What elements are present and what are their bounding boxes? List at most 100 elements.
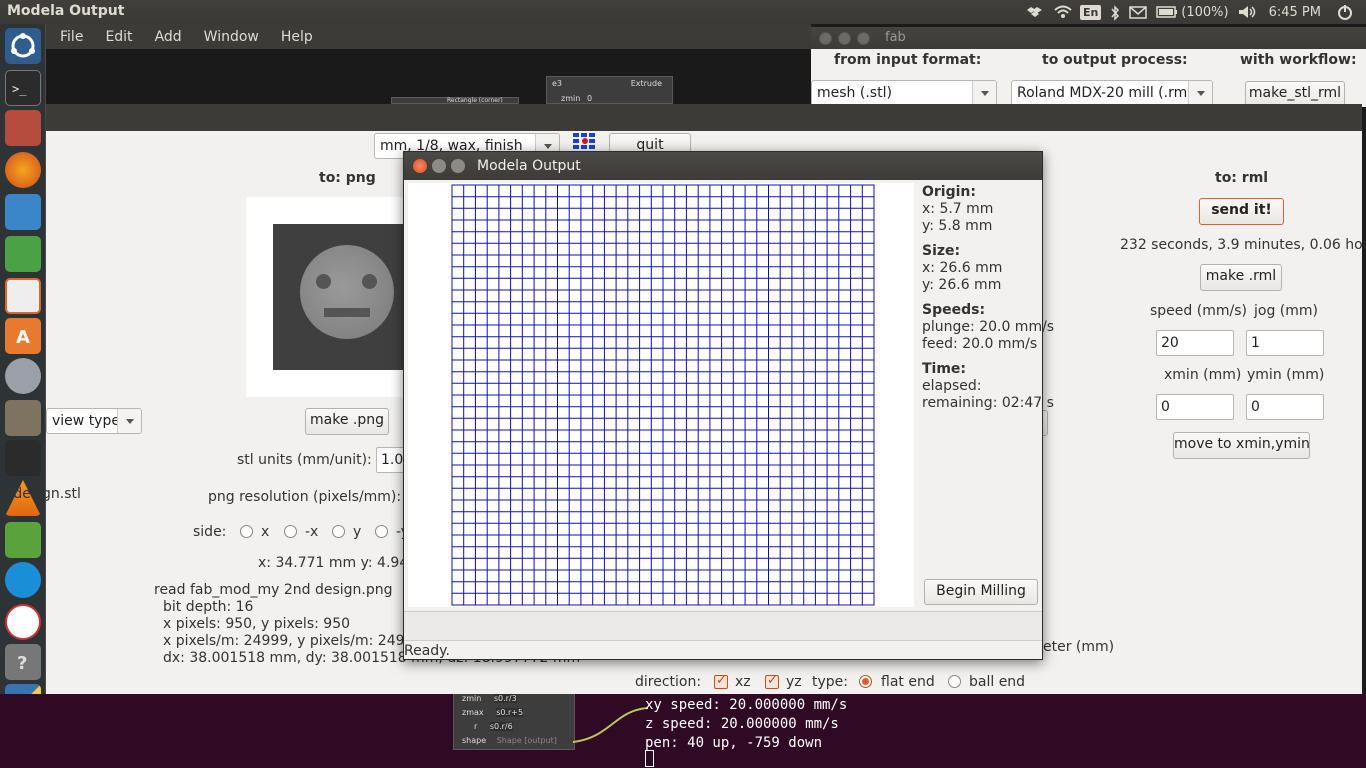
shape-row-value: Shape [output] (496, 736, 557, 745)
terminal-line: z speed: 20.000000 mm/s (645, 716, 839, 732)
shape-node-row: zmin s0.r/3 (462, 694, 517, 703)
origin-info: Origin: x: 5.7 mm y: 5.8 mm (922, 184, 993, 235)
terminal-line: pen: 40 up, -759 down (645, 735, 823, 751)
stl-units-label: stl units (mm/unit): (237, 452, 372, 468)
direction-xz-checkbox[interactable] (714, 673, 728, 689)
terminal-line: xy speed: 20.000000 mm/s (645, 697, 848, 713)
begin-milling-button[interactable]: Begin Milling (924, 579, 1038, 605)
terminal-output: xy speed: 20.000000 mm/s z speed: 20.0000… (645, 696, 847, 753)
side-y-label: y (353, 524, 362, 540)
make-png-button[interactable]: make .png (305, 408, 389, 435)
direction-xz-label: xz (735, 674, 751, 690)
libreoffice-calc-icon[interactable] (5, 236, 41, 272)
terminal-icon[interactable]: >_ (5, 70, 41, 106)
jog-input[interactable]: 1 (1246, 330, 1324, 356)
ymin-input[interactable]: 0 (1246, 394, 1324, 420)
shape-row-label: zmax (462, 708, 484, 717)
ubuntu-dash-icon[interactable] (5, 28, 41, 64)
shape-node-row: zmax s0.r+5 (462, 708, 524, 717)
side-label: side: (193, 524, 227, 540)
fab-close-icon[interactable] (819, 32, 832, 45)
ball-end-radio[interactable] (948, 675, 961, 688)
duration-text: 232 seconds, 3.9 minutes, 0.06 hours (1120, 237, 1366, 253)
direction-yz-checkbox[interactable] (765, 673, 779, 689)
extrude-node-name: e3 (552, 79, 563, 88)
speed-input[interactable]: 20 (1156, 330, 1234, 356)
dropbox-icon[interactable] (1026, 5, 1044, 19)
file-cabinet-icon[interactable] (5, 110, 41, 146)
bluetooth-icon[interactable] (1110, 5, 1120, 21)
png-preview (246, 197, 418, 397)
flat-end-radio[interactable] (859, 675, 872, 688)
scribble-icon[interactable] (5, 604, 41, 640)
libreoffice-impress-icon[interactable] (5, 278, 41, 314)
shape-node[interactable]: zmin s0.r/3 zmax s0.r+5 r s0.r/6 shape S… (453, 694, 575, 750)
side-minus-y-radio[interactable] (375, 525, 388, 538)
time-label: Time: (922, 361, 967, 377)
shape-row-value[interactable]: s0.r+5 (496, 708, 524, 717)
gimp-icon[interactable] (5, 400, 41, 436)
shape-node-row: shape Shape [output] (462, 736, 557, 745)
feed-speed: feed: 20.0 mm/s (922, 336, 1038, 352)
input-method-indicator[interactable]: En (1079, 4, 1102, 20)
time-info: Time: elapsed: remaining: 02:47 s (922, 361, 1054, 412)
inkscape-icon[interactable] (5, 440, 41, 476)
battery-indicator[interactable]: (100%) (1156, 4, 1229, 20)
software-center-icon[interactable]: A (5, 318, 41, 354)
cursor-coords: x: 34.771 mm y: 4.940 (258, 555, 418, 571)
make-rml-button[interactable]: make .rml (1200, 264, 1282, 291)
browser-icon[interactable] (5, 562, 41, 598)
clock[interactable]: 6:45 PM (1269, 5, 1321, 20)
battery-percent: (100%) (1181, 4, 1229, 20)
menu-help[interactable]: Help (281, 29, 313, 45)
mail-icon[interactable] (1129, 5, 1148, 19)
shape-row-value[interactable]: s0.r/6 (489, 722, 513, 731)
plunge-speed: plunge: 20.0 mm/s (922, 319, 1055, 335)
system-settings-icon[interactable] (5, 358, 41, 394)
power-gear-icon[interactable] (1336, 5, 1354, 20)
to-process-label: to output process: (1042, 52, 1188, 68)
fab-maximize-icon[interactable] (857, 32, 870, 45)
xmin-input[interactable]: 0 (1156, 394, 1234, 420)
to-png-heading: to: png (319, 170, 376, 186)
editor-icon[interactable] (5, 522, 41, 558)
direction-label: direction: (635, 674, 702, 690)
modela-maximize-icon[interactable] (451, 159, 465, 173)
menu-file[interactable]: File (60, 29, 83, 45)
fab-title: fab (885, 30, 906, 45)
menu-add[interactable]: Add (155, 29, 182, 45)
elapsed-time: elapsed: (922, 378, 982, 394)
side-minus-x-radio[interactable] (284, 525, 297, 538)
side-y-radio[interactable] (332, 525, 345, 538)
modela-minimize-icon[interactable] (432, 159, 446, 173)
input-format-select[interactable]: mesh (.stl) (811, 80, 997, 107)
face-circle (300, 245, 394, 339)
view-type-select[interactable]: view type (46, 408, 142, 434)
rectangle-node[interactable]: Rectangle (corner) (391, 97, 519, 104)
toolpath-svg (451, 184, 875, 606)
volume-icon[interactable] (1238, 5, 1256, 19)
extrude-field-value[interactable]: 0 (587, 94, 592, 103)
ymin-value: 0 (1251, 399, 1260, 415)
move-to-xmin-ymin-button[interactable]: move to xmin,ymin (1173, 432, 1310, 459)
chevron-down-icon (972, 81, 996, 106)
stl-units-input[interactable]: 1.0 (376, 447, 406, 473)
side-x-radio[interactable] (240, 525, 253, 538)
face-render-image (273, 224, 418, 370)
output-process-select[interactable]: Roland MDX-20 mill (.rml) (1011, 80, 1213, 107)
help-icon[interactable]: ? (5, 644, 41, 680)
ball-end-label: ball end (969, 674, 1026, 690)
extrude-node[interactable]: e3 Extrude zmin 0 (546, 76, 673, 104)
menu-window[interactable]: Window (204, 29, 259, 45)
size-info: Size: x: 26.6 mm y: 26.6 mm (922, 243, 1002, 294)
shape-row-value[interactable]: s0.r/3 (493, 694, 517, 703)
send-it-button[interactable]: send it! (1199, 198, 1284, 225)
wifi-icon[interactable] (1053, 5, 1072, 19)
libreoffice-writer-icon[interactable] (5, 194, 41, 230)
menu-edit[interactable]: Edit (105, 29, 132, 45)
fab-minimize-icon[interactable] (838, 32, 851, 45)
size-y: y: 26.6 mm (922, 277, 1002, 293)
firefox-icon[interactable] (5, 152, 41, 188)
workflow-label: with workflow: (1240, 52, 1357, 68)
modela-close-icon[interactable] (413, 159, 427, 173)
